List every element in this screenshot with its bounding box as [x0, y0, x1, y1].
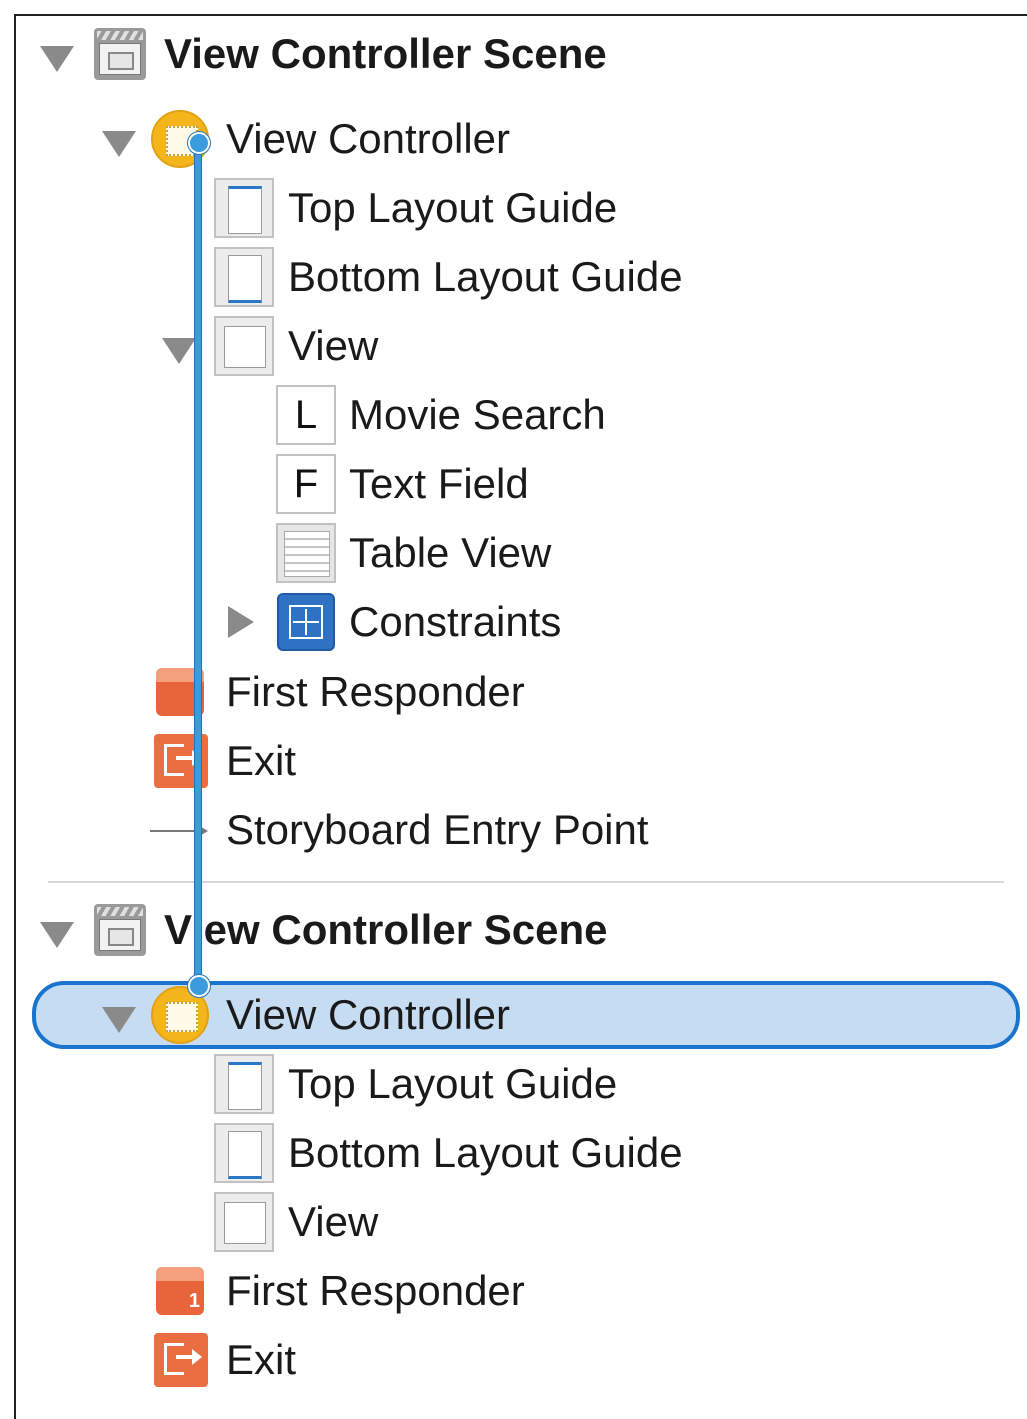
- outline-row-constraints[interactable]: Constraints: [0, 592, 1000, 652]
- outline-row-scene-2[interactable]: V ew Controller Scene: [0, 900, 1000, 960]
- exit-label: Exit: [226, 1336, 297, 1383]
- bottom-layout-guide-icon: [214, 247, 274, 307]
- disclosure-triangle-expanded-icon[interactable]: [102, 131, 136, 157]
- view-label: View: [288, 1198, 379, 1245]
- text-field-label: Text Field: [349, 460, 529, 507]
- top-layout-guide-label: Top Layout Guide: [288, 184, 618, 231]
- first-responder-badge: 1: [188, 1290, 200, 1312]
- outline-row-exit[interactable]: Exit: [0, 731, 1000, 791]
- outline-row-bottom-layout-guide[interactable]: Bottom Layout Guide: [0, 1123, 1000, 1183]
- constraints-label: Constraints: [349, 598, 562, 645]
- connection-end-handle[interactable]: [188, 975, 210, 997]
- first-responder-icon: 1: [152, 1263, 208, 1319]
- movie-search-label: Movie Search: [349, 391, 606, 438]
- view-icon: [214, 1192, 274, 1252]
- outline-row-movie-search[interactable]: L Movie Search: [0, 385, 1000, 445]
- outline-row-text-field[interactable]: F Text Field: [0, 454, 1000, 514]
- outline-row-exit[interactable]: Exit: [0, 1330, 1000, 1390]
- connection-drag-line[interactable]: [194, 140, 202, 986]
- outline-row-view-controller[interactable]: View Controller: [0, 109, 1000, 169]
- outline-row-view[interactable]: View: [0, 1192, 1000, 1252]
- outline-row-first-responder[interactable]: 1 First Responder: [0, 1261, 1000, 1321]
- table-view-label: Table View: [349, 529, 552, 576]
- bottom-layout-guide-icon: [214, 1123, 274, 1183]
- outline-row-storyboard-entry-point[interactable]: Storyboard Entry Point: [0, 800, 1000, 860]
- view-controller-label: View Controller: [226, 115, 511, 162]
- outline-row-view-controller-selected[interactable]: View Controller: [32, 981, 1020, 1049]
- entry-point-arrow-icon: [150, 824, 208, 838]
- connection-start-handle[interactable]: [188, 132, 210, 154]
- label-icon: L: [276, 385, 336, 445]
- outline-row-first-responder[interactable]: First Responder: [0, 662, 1000, 722]
- outline-row-top-layout-guide[interactable]: Top Layout Guide: [0, 1054, 1000, 1114]
- outline-row-table-view[interactable]: Table View: [0, 523, 1000, 583]
- disclosure-triangle-expanded-icon[interactable]: [162, 338, 196, 364]
- constraints-icon: [277, 593, 335, 651]
- first-responder-label: First Responder: [226, 668, 525, 715]
- outline-row-view[interactable]: View: [0, 316, 1000, 376]
- top-layout-guide-icon: [214, 178, 274, 238]
- storyboard-entry-point-label: Storyboard Entry Point: [226, 806, 649, 853]
- scene-title: V ew Controller Scene: [164, 906, 608, 953]
- disclosure-triangle-expanded-icon[interactable]: [40, 46, 74, 72]
- bottom-layout-guide-label: Bottom Layout Guide: [288, 253, 683, 300]
- exit-icon: [154, 1333, 208, 1387]
- scene-icon: [94, 28, 146, 80]
- first-responder-label: First Responder: [226, 1267, 525, 1314]
- disclosure-triangle-expanded-icon[interactable]: [102, 1007, 136, 1033]
- disclosure-triangle-expanded-icon[interactable]: [40, 922, 74, 948]
- top-layout-guide-icon: [214, 1054, 274, 1114]
- scene-icon: [94, 904, 146, 956]
- table-view-icon: [276, 523, 336, 583]
- exit-label: Exit: [226, 737, 297, 784]
- outline-row-scene-1[interactable]: View Controller Scene: [0, 24, 1000, 84]
- scene-divider: [48, 881, 1004, 883]
- view-controller-label: View Controller: [226, 991, 511, 1038]
- view-icon: [214, 316, 274, 376]
- outline-row-bottom-layout-guide[interactable]: Bottom Layout Guide: [0, 247, 1000, 307]
- disclosure-triangle-collapsed-icon[interactable]: [228, 606, 254, 638]
- outline-row-top-layout-guide[interactable]: Top Layout Guide: [0, 178, 1000, 238]
- bottom-layout-guide-label: Bottom Layout Guide: [288, 1129, 683, 1176]
- view-label: View: [288, 322, 379, 369]
- scene-title: View Controller Scene: [164, 30, 607, 77]
- text-field-icon: F: [276, 454, 336, 514]
- top-layout-guide-label: Top Layout Guide: [288, 1060, 618, 1107]
